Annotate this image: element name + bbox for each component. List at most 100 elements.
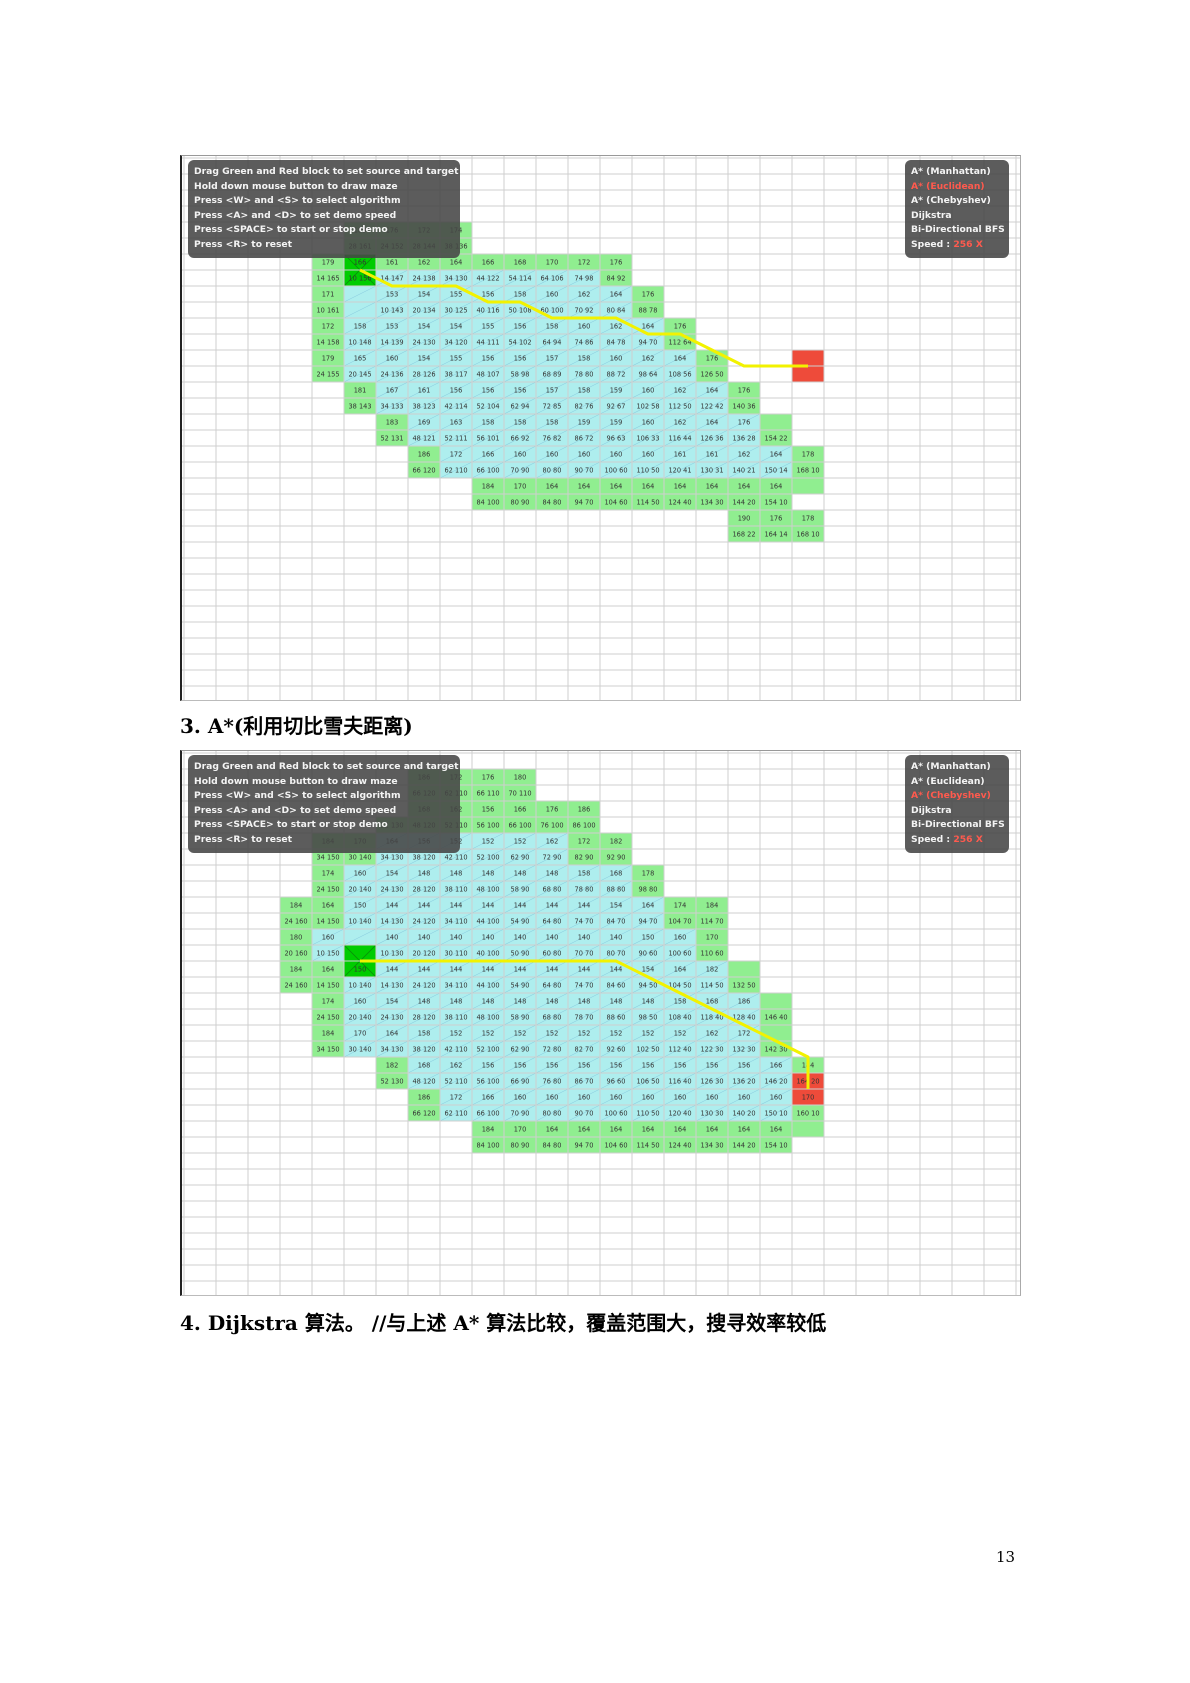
cell-cost-label: 164: [706, 482, 719, 490]
cell-cost-label: 160: [610, 1093, 623, 1101]
cell-cost-label: 148: [450, 869, 463, 877]
cell-cost-label: 108 40: [668, 1013, 691, 1021]
cell-cost-label: 174: [322, 869, 335, 877]
cell-cost-label: 162: [642, 354, 655, 362]
cell-cost-label: 74 98: [575, 274, 594, 282]
cell-cost-label: 160: [674, 933, 687, 941]
cell-cost-label: 144: [482, 965, 495, 973]
cell-cost-label: 80 70: [607, 949, 626, 957]
cell-cost-label: 34 130: [380, 1045, 403, 1053]
cell-cost-label: 10 130: [380, 949, 403, 957]
cell-cost-label: 160: [546, 1093, 559, 1101]
cell-cost-label: 180: [514, 773, 527, 781]
help-line: Hold down mouse button to draw maze: [194, 775, 398, 787]
cell-cost-label: 136 20: [732, 1077, 755, 1085]
cell-cost-label: 148: [418, 997, 431, 1005]
cell-cost-label: 66 100: [476, 466, 499, 474]
cell-cost-label: 110 50: [636, 1109, 659, 1117]
cell-cost-label: 152: [642, 1029, 655, 1037]
cell-cost-label: 161: [418, 386, 431, 394]
cell-cost-label: 156: [674, 1061, 687, 1069]
cell-cost-label: 84 70: [607, 917, 626, 925]
cell-cost-label: 154 10: [764, 498, 787, 506]
cell-cost-label: 98 64: [639, 370, 658, 378]
cell-cost-label: 110 50: [636, 466, 659, 474]
cell-cost-label: 160 10: [796, 1109, 819, 1117]
cell-cost-label: 34 133: [380, 402, 403, 410]
cell-cost-label: 150: [642, 933, 655, 941]
cell-cost-label: 34 120: [444, 338, 467, 346]
cell-cost-label: 134 30: [700, 1141, 723, 1149]
cell-cost-label: 100 60: [604, 1109, 627, 1117]
cell-cost-label: 24 150: [316, 1013, 339, 1021]
cell-cost-label: 56 100: [476, 821, 499, 829]
cell-cost-label: 156: [738, 1061, 751, 1069]
cell-cost-label: 164: [610, 290, 623, 298]
page-number: 13: [996, 1548, 1016, 1566]
cell-cost-label: 150: [354, 901, 367, 909]
cell-cost-label: 68 80: [543, 885, 562, 893]
cell-cost-label: 167: [386, 386, 399, 394]
cell-cost-label: 158: [578, 869, 591, 877]
cell-cost-label: 84 100: [476, 498, 499, 506]
cell-cost-label: 164: [322, 901, 335, 909]
cell-cost-label: 172: [450, 1093, 463, 1101]
cell-cost-label: 86 100: [572, 821, 595, 829]
cell-cost-label: 160: [578, 1093, 591, 1101]
cell-cost-label: 78 80: [575, 370, 594, 378]
cell-cost-label: 172: [738, 1029, 751, 1037]
algorithm-item[interactable]: Bi-Directional BFS: [911, 818, 1005, 833]
cell-cost-label: 130 31: [700, 466, 723, 474]
help-line: Hold down mouse button to draw maze: [194, 180, 398, 192]
algorithm-item[interactable]: Bi-Directional BFS: [911, 223, 1005, 238]
cell-cost-label: 44 100: [476, 981, 499, 989]
cell-cost-label: 156: [642, 1061, 655, 1069]
cell-cost-label: 170: [706, 933, 719, 941]
cell-cost-label: 24 136: [380, 370, 403, 378]
cell-cost-label: 184: [706, 901, 719, 909]
algorithm-item[interactable]: Dijkstra: [911, 209, 1003, 224]
cell-cost-label: 70 90: [511, 466, 530, 474]
cell-cost-label: 178: [802, 450, 815, 458]
cell-cost-label: 154: [610, 901, 623, 909]
cell-cost-label: 66 120: [412, 1109, 435, 1117]
cell-cost-label: 144: [386, 965, 399, 973]
cell-cost-label: 120 41: [668, 466, 691, 474]
algorithm-item[interactable]: Dijkstra: [911, 804, 1003, 819]
cell-cost-label: 144: [450, 901, 463, 909]
algorithm-item[interactable]: A* (Manhattan): [911, 760, 1003, 775]
cell-cost-label: 186: [578, 805, 591, 813]
cell-cost-label: 164: [770, 1125, 783, 1133]
algorithm-item[interactable]: A* (Manhattan): [911, 165, 1003, 180]
cell-cost-label: 176: [770, 514, 783, 522]
help-line: Press <A> and <D> to set demo speed: [194, 804, 397, 816]
cell-cost-label: 148: [546, 997, 559, 1005]
cell-cost-label: 56 100: [476, 1077, 499, 1085]
cell-cost-label: 156: [482, 354, 495, 362]
cell-cost-label: 154: [418, 354, 431, 362]
cell-cost-label: 156: [514, 386, 527, 394]
cell-cost-label: 54 90: [511, 981, 530, 989]
algorithm-item-selected[interactable]: A* (Euclidean): [911, 180, 1003, 195]
cell-cost-label: 48 120: [412, 1077, 435, 1085]
cell-cost-label: 104 70: [668, 917, 691, 925]
cell-cost-label: 38 120: [412, 853, 435, 861]
algorithm-item[interactable]: A* (Chebyshev): [911, 194, 1003, 209]
algorithm-item-selected[interactable]: A* (Chebyshev): [911, 789, 1003, 804]
cell-cost-label: 90 60: [639, 949, 658, 957]
cell-cost-label: 176: [546, 805, 559, 813]
cell-cost-label: 64 94: [543, 338, 562, 346]
cell-cost-label: 74 70: [575, 981, 594, 989]
cell-cost-label: 48 100: [476, 1013, 499, 1021]
cell-cost-label: 38 143: [348, 402, 371, 410]
cell-cost-label: 176: [674, 322, 687, 330]
cell-cost-label: 146 20: [764, 1077, 787, 1085]
cell-cost-label: 62 90: [511, 1045, 530, 1053]
help-line: Press <A> and <D> to set demo speed: [194, 209, 397, 221]
cell-cost-label: 48 107: [476, 370, 499, 378]
cell-cost-label: 130 30: [700, 1109, 723, 1117]
algorithm-panel: A* (Manhattan) A* (Euclidean) A* (Chebys…: [905, 160, 1009, 258]
algorithm-item[interactable]: A* (Euclidean): [911, 775, 1003, 790]
cell-cost-label: 20 140: [348, 1013, 371, 1021]
cell-cost-label: 160: [386, 354, 399, 362]
